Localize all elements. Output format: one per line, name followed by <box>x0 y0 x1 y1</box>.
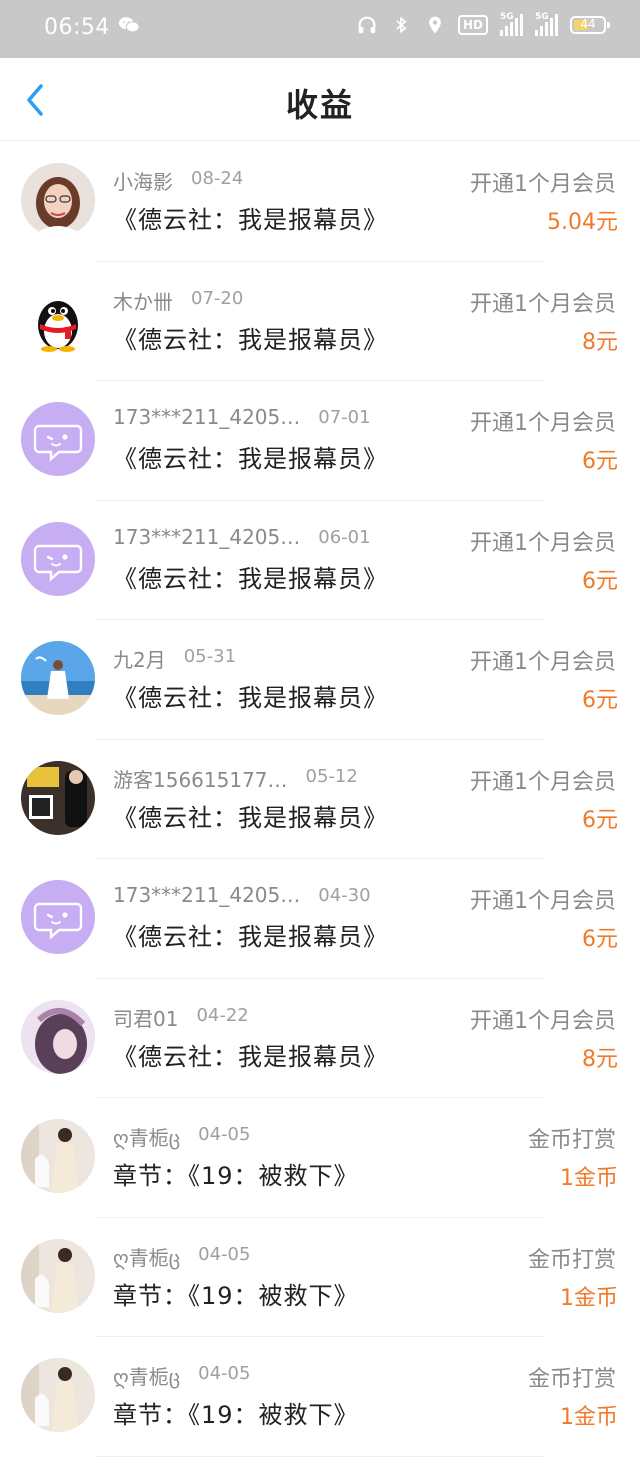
earning-type: 金币打赏 <box>527 1128 616 1153</box>
earning-type: 开通1个月会员 <box>470 291 616 317</box>
work-title: 《德云社：我是报幕员》 <box>113 1042 388 1071</box>
earning-row[interactable]: 九2月 05-31 《德云社：我是报幕员》 开通1个月会员 6元 <box>0 620 640 740</box>
earning-type: 金币打赏 <box>527 1367 616 1392</box>
earning-date: 04-05 <box>198 1124 251 1145</box>
user-name: ღ青栀ც <box>113 1126 181 1150</box>
earning-date: 07-20 <box>191 287 244 309</box>
battery-icon: 44 <box>570 16 610 34</box>
wechat-icon <box>118 14 140 36</box>
signal-icon: 5G <box>535 12 558 36</box>
earning-type: 开通1个月会员 <box>470 172 616 197</box>
page-header: 收益 <box>0 58 640 141</box>
work-title: 章节：《19：被救下》 <box>113 1162 359 1190</box>
user-name: 九2月 <box>113 648 166 672</box>
avatar[interactable] <box>21 1358 95 1432</box>
avatar[interactable] <box>21 163 95 237</box>
avatar[interactable] <box>21 402 95 476</box>
earning-row[interactable]: ღ青栀ც 04-05 章节：《19：被救下》 金币打赏 1金币 <box>0 1337 640 1457</box>
earning-row[interactable]: ღ青栀ც 04-05 章节：《19：被救下》 金币打赏 1金币 <box>0 1098 640 1218</box>
earning-amount: 1金币 <box>560 1166 618 1191</box>
earning-type: 开通1个月会员 <box>470 411 616 436</box>
user-name: 173***211_4205… <box>113 405 301 429</box>
status-bar: 06:54 HD 5G 5G 44 <box>0 0 640 58</box>
earning-amount: 8元 <box>582 329 618 355</box>
work-title: 《德云社：我是报幕员》 <box>113 923 388 951</box>
earning-date: 05-12 <box>305 765 358 787</box>
earning-type: 开通1个月会员 <box>470 650 616 675</box>
user-name: 173***211_4205… <box>113 883 301 907</box>
hd-badge: HD <box>457 15 488 35</box>
earning-row[interactable]: 小海影 08-24 《德云社：我是报幕员》 开通1个月会员 5.04元 <box>0 142 640 262</box>
user-name: 司君01 <box>113 1006 179 1031</box>
avatar[interactable] <box>21 760 95 835</box>
earning-amount: 6元 <box>582 568 618 594</box>
user-name: ღ青栀ც <box>113 1245 181 1270</box>
earning-date: 04-05 <box>198 1363 251 1384</box>
earning-type: 开通1个月会员 <box>470 889 616 914</box>
earning-amount: 6元 <box>582 927 618 952</box>
earning-date: 06-01 <box>318 526 371 548</box>
work-title: 《德云社：我是报幕员》 <box>113 206 388 234</box>
earning-type: 开通1个月会员 <box>470 769 616 795</box>
avatar[interactable] <box>21 282 95 357</box>
avatar[interactable] <box>21 641 95 715</box>
avatar[interactable] <box>21 1119 95 1193</box>
earning-row[interactable]: 173***211_4205… 04-30 《德云社：我是报幕员》 开通1个月会… <box>0 859 640 979</box>
user-name: 小海影 <box>113 170 173 194</box>
earning-amount: 1金币 <box>560 1285 618 1311</box>
user-name: 木か卌 <box>113 289 173 314</box>
user-name: 游客156615177… <box>113 767 288 792</box>
signal-icon: 5G <box>500 12 523 36</box>
earnings-list: 小海影 08-24 《德云社：我是报幕员》 开通1个月会员 5.04元 木か卌 … <box>0 142 640 1457</box>
avatar[interactable] <box>21 521 95 596</box>
earning-amount: 1金币 <box>560 1405 618 1430</box>
status-time: 06:54 <box>44 15 110 40</box>
avatar[interactable] <box>21 1238 95 1313</box>
location-icon <box>424 13 446 37</box>
earning-amount: 6元 <box>582 688 618 713</box>
earning-date: 04-22 <box>196 1004 249 1026</box>
work-title: 《德云社：我是报幕员》 <box>113 684 388 712</box>
headphones-icon <box>356 13 378 37</box>
earning-row[interactable]: 木か卌 07-20 《德云社：我是报幕员》 开通1个月会员 8元 <box>0 262 640 381</box>
user-name: 173***211_4205… <box>113 524 301 549</box>
earning-date: 05-31 <box>183 646 237 667</box>
row-divider <box>96 1455 544 1457</box>
earning-row[interactable]: ღ青栀ც 04-05 章节：《19：被救下》 金币打赏 1金币 <box>0 1218 640 1337</box>
earning-date: 07-01 <box>318 407 371 428</box>
avatar[interactable] <box>21 880 95 954</box>
earning-type: 金币打赏 <box>527 1247 616 1273</box>
earning-amount: 6元 <box>582 449 618 474</box>
earning-amount: 6元 <box>582 807 618 833</box>
work-title: 《德云社：我是报幕员》 <box>113 445 388 473</box>
earning-date: 04-30 <box>318 885 371 906</box>
earning-row[interactable]: 司君01 04-22 《德云社：我是报幕员》 开通1个月会员 8元 <box>0 979 640 1098</box>
avatar[interactable] <box>21 999 95 1074</box>
work-title: 《德云社：我是报幕员》 <box>113 325 388 354</box>
earning-row[interactable]: 173***211_4205… 06-01 《德云社：我是报幕员》 开通1个月会… <box>0 501 640 620</box>
earning-amount: 5.04元 <box>547 210 618 235</box>
user-name: ღ青栀ც <box>113 1365 181 1389</box>
earning-date: 04-05 <box>198 1243 251 1265</box>
earning-date: 08-24 <box>191 168 244 189</box>
page-title: 收益 <box>285 86 354 124</box>
earning-type: 开通1个月会员 <box>470 1008 616 1034</box>
work-title: 章节：《19：被救下》 <box>113 1281 359 1310</box>
work-title: 《德云社：我是报幕员》 <box>113 564 388 593</box>
earning-type: 开通1个月会员 <box>470 530 616 556</box>
work-title: 章节：《19：被救下》 <box>113 1401 359 1429</box>
earning-row[interactable]: 游客156615177… 05-12 《德云社：我是报幕员》 开通1个月会员 6… <box>0 740 640 859</box>
earning-amount: 8元 <box>582 1046 618 1072</box>
bluetooth-icon <box>390 13 412 37</box>
earning-row[interactable]: 173***211_4205… 07-01 《德云社：我是报幕员》 开通1个月会… <box>0 381 640 501</box>
work-title: 《德云社：我是报幕员》 <box>113 803 388 832</box>
